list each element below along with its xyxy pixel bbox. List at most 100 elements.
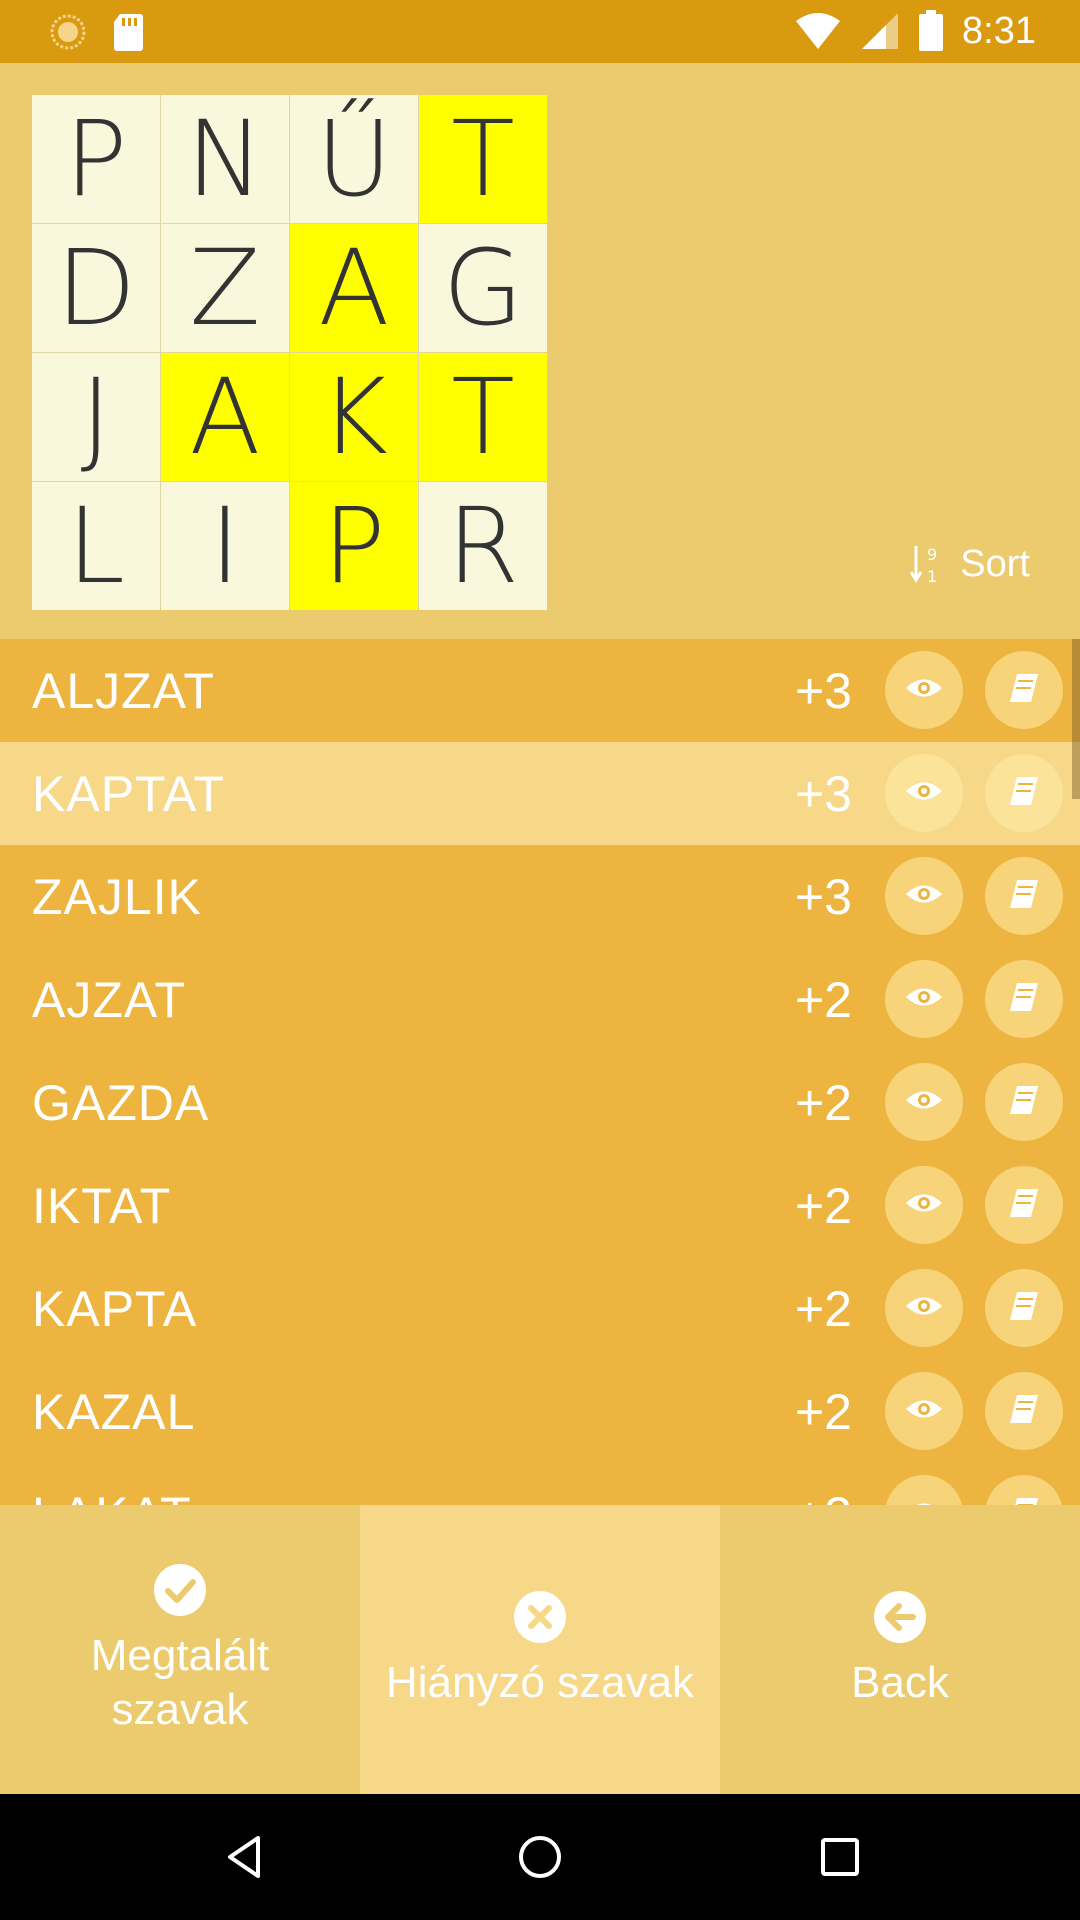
eye-icon: [904, 1396, 944, 1427]
word-row[interactable]: KAZAL +2: [0, 1360, 1080, 1463]
sun-loading-icon: [50, 14, 86, 50]
tab-found-words[interactable]: Megtalált szavak: [0, 1505, 360, 1794]
reveal-button[interactable]: [885, 1063, 963, 1141]
grid-cell: I: [161, 482, 289, 610]
tab-missing-words-label: Hiányzó szavak: [385, 1657, 695, 1707]
word-points: +2: [794, 1074, 852, 1131]
dictionary-button[interactable]: [985, 960, 1063, 1038]
svg-text:1: 1: [927, 567, 937, 586]
reveal-button[interactable]: [885, 1372, 963, 1450]
grid-cell-highlighted: A: [290, 224, 418, 352]
word-row[interactable]: IKTAT +2: [0, 1154, 1080, 1257]
word-points: +3: [794, 662, 852, 719]
word-points: +3: [794, 765, 852, 822]
book-icon: [1007, 980, 1041, 1019]
home-circle-icon[interactable]: [515, 1832, 565, 1882]
word-text: KAZAL: [32, 1383, 196, 1440]
reveal-button[interactable]: [885, 754, 963, 832]
word-row[interactable]: ALJZAT +3: [0, 639, 1080, 742]
book-icon: [1007, 671, 1041, 710]
word-text: AJZAT: [32, 971, 187, 1028]
word-text: KAPTAT: [32, 765, 226, 822]
dictionary-button[interactable]: [985, 1475, 1063, 1505]
word-text: KAPTA: [32, 1280, 198, 1337]
book-icon: [1007, 877, 1041, 916]
arrow-left-circle-icon: [874, 1590, 926, 1643]
check-circle-icon: [154, 1563, 206, 1616]
eye-icon: [904, 984, 944, 1015]
eye-icon: [904, 1087, 944, 1118]
book-icon: [1007, 1392, 1041, 1431]
grid-cell-highlighted: K: [290, 353, 418, 481]
x-circle-icon: [514, 1590, 566, 1643]
word-text: GAZDA: [32, 1074, 210, 1131]
book-icon: [1007, 1289, 1041, 1328]
tab-back[interactable]: Back: [720, 1505, 1080, 1794]
dictionary-button[interactable]: [985, 857, 1063, 935]
word-text: ALJZAT: [32, 662, 215, 719]
word-row[interactable]: KAPTA +2: [0, 1257, 1080, 1360]
wifi-icon: [796, 13, 841, 49]
grid-cell-highlighted: A: [161, 353, 289, 481]
book-icon: [1007, 1186, 1041, 1225]
word-row[interactable]: AJZAT +2: [0, 948, 1080, 1051]
reveal-button[interactable]: [885, 651, 963, 729]
word-row[interactable]: LAKAT +2: [0, 1463, 1080, 1505]
word-points: +2: [794, 971, 852, 1028]
grid-cell: L: [32, 482, 160, 610]
reveal-button[interactable]: [885, 1166, 963, 1244]
sort-button[interactable]: 9 1 Sort: [910, 543, 1030, 586]
dictionary-button[interactable]: [985, 754, 1063, 832]
grid-cell: Ű: [290, 95, 418, 223]
grid-cell: Z: [161, 224, 289, 352]
status-bar: 8:31: [0, 0, 1080, 63]
svg-text:9: 9: [927, 545, 937, 564]
dictionary-button[interactable]: [985, 1063, 1063, 1141]
word-points: +3: [794, 868, 852, 925]
eye-icon: [904, 1190, 944, 1221]
sort-numeric-icon: 9 1: [910, 545, 937, 586]
dictionary-button[interactable]: [985, 651, 1063, 729]
dictionary-button[interactable]: [985, 1166, 1063, 1244]
book-icon: [1007, 1083, 1041, 1122]
book-icon: [1007, 774, 1041, 813]
word-list[interactable]: ALJZAT +3 KAPTAT +3 ZAJLIK +3 AJZAT +2 GAZDA +2 IK…: [0, 639, 1080, 1505]
dictionary-button[interactable]: [985, 1372, 1063, 1450]
list-scrollbar[interactable]: [1072, 639, 1080, 799]
grid-cell: N: [161, 95, 289, 223]
letter-grid: P N Ű T D Z A G J A K T L I P R: [32, 95, 547, 610]
book-icon: [1007, 1495, 1041, 1505]
eye-icon: [904, 778, 944, 809]
reveal-button[interactable]: [885, 857, 963, 935]
reveal-button[interactable]: [885, 1475, 963, 1505]
sd-card-icon: [114, 14, 143, 51]
tab-found-words-label: Megtalált szavak: [90, 1630, 270, 1734]
board-area: P N Ű T D Z A G J A K T L I P R 9 1 Sort: [0, 63, 1080, 639]
tab-missing-words[interactable]: Hiányzó szavak: [360, 1505, 720, 1794]
grid-cell: P: [32, 95, 160, 223]
word-points: +2: [794, 1177, 852, 1234]
grid-cell-highlighted: P: [290, 482, 418, 610]
grid-cell: R: [419, 482, 547, 610]
signal-icon: [862, 13, 899, 49]
reveal-button[interactable]: [885, 960, 963, 1038]
reveal-button[interactable]: [885, 1269, 963, 1347]
word-row[interactable]: ZAJLIK +3: [0, 845, 1080, 948]
dictionary-button[interactable]: [985, 1269, 1063, 1347]
word-text: LAKAT: [32, 1486, 192, 1506]
grid-cell-highlighted: T: [419, 353, 547, 481]
bottom-tab-bar: Megtalált szavak Hiányzó szavak Back: [0, 1505, 1080, 1794]
sort-label: Sort: [960, 543, 1030, 585]
word-points: +2: [795, 1486, 852, 1506]
word-row[interactable]: KAPTAT +3: [0, 742, 1080, 845]
grid-cell: G: [419, 224, 547, 352]
word-text: IKTAT: [32, 1177, 172, 1234]
eye-icon: [904, 881, 944, 912]
word-points: +2: [794, 1383, 852, 1440]
word-row[interactable]: GAZDA +2: [0, 1051, 1080, 1154]
grid-cell-highlighted: T: [419, 95, 547, 223]
word-text: ZAJLIK: [32, 868, 202, 925]
back-triangle-icon[interactable]: [220, 1832, 270, 1882]
tab-back-label: Back: [851, 1657, 949, 1707]
recents-square-icon[interactable]: [815, 1832, 865, 1882]
